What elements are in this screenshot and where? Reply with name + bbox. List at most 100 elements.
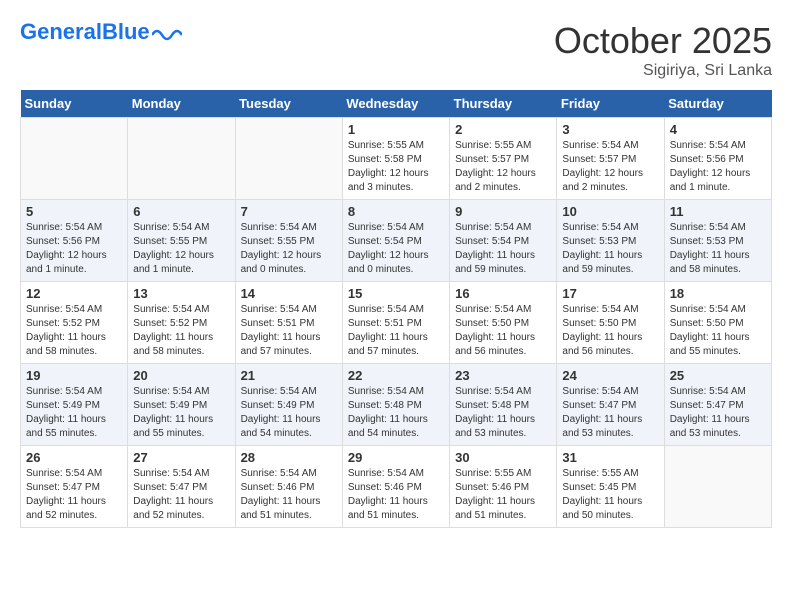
weekday-header-sunday: Sunday <box>21 90 128 118</box>
calendar-cell: 10Sunrise: 5:54 AM Sunset: 5:53 PM Dayli… <box>557 200 664 282</box>
calendar-cell: 2Sunrise: 5:55 AM Sunset: 5:57 PM Daylig… <box>450 118 557 200</box>
calendar-cell: 1 Sunrise: 5:55 AM Sunset: 5:58 PM Daylig… <box>342 118 449 200</box>
day-info: Sunrise: 5:54 AM Sunset: 5:50 PM Dayligh… <box>670 303 766 359</box>
calendar-cell: 19 Sunrise: 5:54 AM Sunset: 5:49 PM Dayli… <box>21 364 128 446</box>
calendar-cell: 14 Sunrise: 5:54 AM Sunset: 5:51 PM Dayli… <box>235 282 342 364</box>
day-info: Sunrise: 5:54 AM Sunset: 5:52 PM Dayligh… <box>26 303 122 359</box>
day-number: 8 <box>348 204 444 219</box>
day-number: 28 <box>241 450 337 465</box>
day-info: Sunrise: 5:54 AM Sunset: 5:51 PM Dayligh… <box>241 303 337 359</box>
calendar-cell: 27 Sunrise: 5:54 AM Sunset: 5:47 PM Dayli… <box>128 446 235 528</box>
calendar-cell: 20 Sunrise: 5:54 AM Sunset: 5:49 PM Dayli… <box>128 364 235 446</box>
day-info: Sunrise: 5:55 AM Sunset: 5:46 PM Dayligh… <box>455 467 551 523</box>
day-info: Sunrise: 5:54 AM Sunset: 5:49 PM Dayligh… <box>133 385 229 441</box>
weekday-header-monday: Monday <box>128 90 235 118</box>
location: Sigiriya, Sri Lanka <box>554 62 772 80</box>
day-number: 31 <box>562 450 658 465</box>
calendar-cell: 7Sunrise: 5:54 AM Sunset: 5:55 PM Daylig… <box>235 200 342 282</box>
weekday-header-thursday: Thursday <box>450 90 557 118</box>
calendar-cell: 31 Sunrise: 5:55 AM Sunset: 5:45 PM Dayli… <box>557 446 664 528</box>
calendar-cell <box>128 118 235 200</box>
day-info: Sunrise: 5:54 AM Sunset: 5:46 PM Dayligh… <box>348 467 444 523</box>
calendar-table: SundayMondayTuesdayWednesdayThursdayFrid… <box>20 90 772 528</box>
day-number: 21 <box>241 368 337 383</box>
day-info: Sunrise: 5:54 AM Sunset: 5:47 PM Dayligh… <box>26 467 122 523</box>
logo-wave-icon <box>152 21 182 43</box>
calendar-cell <box>21 118 128 200</box>
week-row-1: 1 Sunrise: 5:55 AM Sunset: 5:58 PM Daylig… <box>21 118 772 200</box>
day-number: 19 <box>26 368 122 383</box>
day-number: 14 <box>241 286 337 301</box>
week-row-4: 19 Sunrise: 5:54 AM Sunset: 5:49 PM Dayli… <box>21 364 772 446</box>
day-number: 9 <box>455 204 551 219</box>
day-info: Sunrise: 5:54 AM Sunset: 5:55 PM Dayligh… <box>241 221 337 277</box>
calendar-cell: 9 Sunrise: 5:54 AM Sunset: 5:54 PM Daylig… <box>450 200 557 282</box>
day-number: 17 <box>562 286 658 301</box>
day-info: Sunrise: 5:54 AM Sunset: 5:48 PM Dayligh… <box>455 385 551 441</box>
day-number: 20 <box>133 368 229 383</box>
weekday-header-friday: Friday <box>557 90 664 118</box>
calendar-cell: 12 Sunrise: 5:54 AM Sunset: 5:52 PM Dayli… <box>21 282 128 364</box>
day-info: Sunrise: 5:54 AM Sunset: 5:46 PM Dayligh… <box>241 467 337 523</box>
logo: GeneralBlue <box>20 20 182 44</box>
calendar-cell: 25 Sunrise: 5:54 AM Sunset: 5:47 PM Dayli… <box>664 364 771 446</box>
day-info: Sunrise: 5:54 AM Sunset: 5:57 PM Dayligh… <box>562 139 658 195</box>
calendar-cell: 5Sunrise: 5:54 AM Sunset: 5:56 PM Daylig… <box>21 200 128 282</box>
day-number: 18 <box>670 286 766 301</box>
day-info: Sunrise: 5:54 AM Sunset: 5:48 PM Dayligh… <box>348 385 444 441</box>
day-number: 10 <box>562 204 658 219</box>
day-number: 6 <box>133 204 229 219</box>
day-number: 11 <box>670 204 766 219</box>
day-info: Sunrise: 5:54 AM Sunset: 5:54 PM Dayligh… <box>455 221 551 277</box>
week-row-3: 12 Sunrise: 5:54 AM Sunset: 5:52 PM Dayli… <box>21 282 772 364</box>
calendar-cell: 11 Sunrise: 5:54 AM Sunset: 5:53 PM Dayli… <box>664 200 771 282</box>
day-number: 23 <box>455 368 551 383</box>
day-info: Sunrise: 5:55 AM Sunset: 5:58 PM Dayligh… <box>348 139 444 195</box>
day-info: Sunrise: 5:54 AM Sunset: 5:50 PM Dayligh… <box>455 303 551 359</box>
day-number: 12 <box>26 286 122 301</box>
day-info: Sunrise: 5:54 AM Sunset: 5:47 PM Dayligh… <box>562 385 658 441</box>
calendar-cell: 17 Sunrise: 5:54 AM Sunset: 5:50 PM Dayli… <box>557 282 664 364</box>
calendar-cell: 21Sunrise: 5:54 AM Sunset: 5:49 PM Dayli… <box>235 364 342 446</box>
day-number: 13 <box>133 286 229 301</box>
weekday-header-tuesday: Tuesday <box>235 90 342 118</box>
day-info: Sunrise: 5:54 AM Sunset: 5:52 PM Dayligh… <box>133 303 229 359</box>
calendar-cell: 30 Sunrise: 5:55 AM Sunset: 5:46 PM Dayli… <box>450 446 557 528</box>
calendar-cell: 18 Sunrise: 5:54 AM Sunset: 5:50 PM Dayli… <box>664 282 771 364</box>
day-info: Sunrise: 5:54 AM Sunset: 5:50 PM Dayligh… <box>562 303 658 359</box>
day-number: 29 <box>348 450 444 465</box>
day-info: Sunrise: 5:54 AM Sunset: 5:55 PM Dayligh… <box>133 221 229 277</box>
calendar-cell: 15Sunrise: 5:54 AM Sunset: 5:51 PM Dayli… <box>342 282 449 364</box>
calendar-cell: 3Sunrise: 5:54 AM Sunset: 5:57 PM Daylig… <box>557 118 664 200</box>
day-info: Sunrise: 5:54 AM Sunset: 5:47 PM Dayligh… <box>133 467 229 523</box>
day-number: 25 <box>670 368 766 383</box>
day-info: Sunrise: 5:54 AM Sunset: 5:56 PM Dayligh… <box>670 139 766 195</box>
day-info: Sunrise: 5:54 AM Sunset: 5:49 PM Dayligh… <box>26 385 122 441</box>
day-number: 2 <box>455 122 551 137</box>
month-title: October 2025 <box>554 20 772 62</box>
day-number: 24 <box>562 368 658 383</box>
weekday-header-saturday: Saturday <box>664 90 771 118</box>
calendar-cell: 23 Sunrise: 5:54 AM Sunset: 5:48 PM Dayli… <box>450 364 557 446</box>
day-info: Sunrise: 5:54 AM Sunset: 5:47 PM Dayligh… <box>670 385 766 441</box>
calendar-cell: 6 Sunrise: 5:54 AM Sunset: 5:55 PM Daylig… <box>128 200 235 282</box>
day-number: 1 <box>348 122 444 137</box>
calendar-cell: 24 Sunrise: 5:54 AM Sunset: 5:47 PM Dayli… <box>557 364 664 446</box>
day-number: 30 <box>455 450 551 465</box>
day-info: Sunrise: 5:55 AM Sunset: 5:45 PM Dayligh… <box>562 467 658 523</box>
calendar-cell: 22 Sunrise: 5:54 AM Sunset: 5:48 PM Dayli… <box>342 364 449 446</box>
calendar-cell: 29 Sunrise: 5:54 AM Sunset: 5:46 PM Dayli… <box>342 446 449 528</box>
calendar-cell: 16 Sunrise: 5:54 AM Sunset: 5:50 PM Dayli… <box>450 282 557 364</box>
day-info: Sunrise: 5:54 AM Sunset: 5:54 PM Dayligh… <box>348 221 444 277</box>
weekday-header-wednesday: Wednesday <box>342 90 449 118</box>
day-number: 22 <box>348 368 444 383</box>
week-row-2: 5Sunrise: 5:54 AM Sunset: 5:56 PM Daylig… <box>21 200 772 282</box>
day-info: Sunrise: 5:54 AM Sunset: 5:53 PM Dayligh… <box>670 221 766 277</box>
weekday-header-row: SundayMondayTuesdayWednesdayThursdayFrid… <box>21 90 772 118</box>
week-row-5: 26 Sunrise: 5:54 AM Sunset: 5:47 PM Dayli… <box>21 446 772 528</box>
day-number: 16 <box>455 286 551 301</box>
day-number: 27 <box>133 450 229 465</box>
logo-general: General <box>20 19 102 44</box>
day-number: 26 <box>26 450 122 465</box>
logo-blue: Blue <box>102 19 150 44</box>
